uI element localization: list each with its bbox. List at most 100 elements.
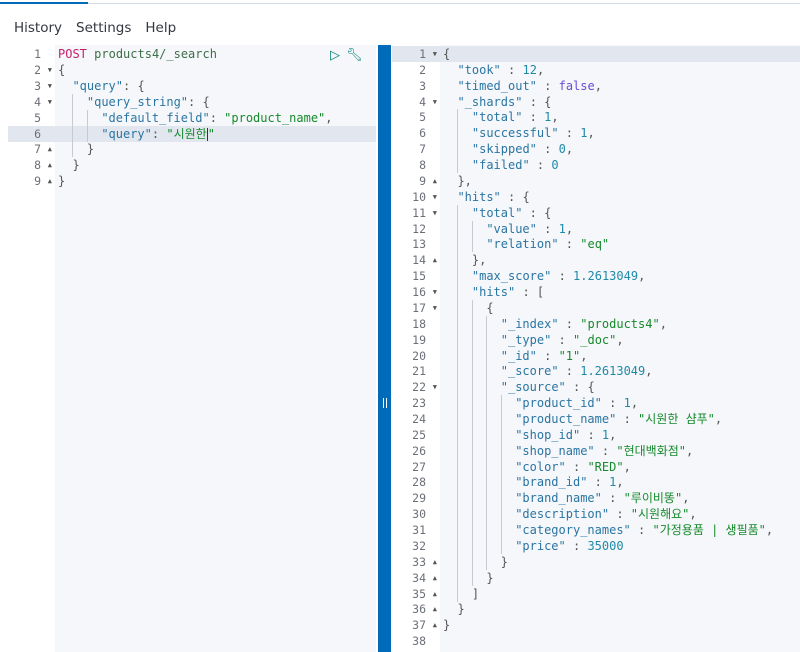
- code-token: :: [522, 110, 545, 125]
- request-actions: ▷ 🔧︎: [330, 48, 363, 63]
- code-token: ,: [565, 221, 574, 236]
- code-token: ,: [686, 443, 694, 458]
- settings-menu[interactable]: Settings: [76, 20, 131, 36]
- indent-guide: [443, 474, 457, 490]
- code-token: : {: [522, 94, 552, 109]
- indent-guide: [486, 411, 500, 427]
- response-viewer[interactable]: 1 ▼ 2 3 4 ▼ 5 6 7 8 9 ▲ 10 ▼ 11 ▼ 12 13 14 ▲ 15 16 ▼ 17 ▼ 18 19 20 2…: [392, 45, 800, 652]
- line-number: 9 ▲: [419, 173, 437, 189]
- code-token: ,: [580, 348, 588, 363]
- play-icon[interactable]: ▷: [330, 48, 340, 63]
- code-token: "price": [515, 538, 566, 553]
- fold-open-icon[interactable]: ▼: [48, 94, 52, 110]
- fold-open-icon[interactable]: ▼: [433, 46, 437, 62]
- code-token: "hits": [471, 285, 516, 300]
- indent-guide: [443, 173, 457, 189]
- line-number: 18: [412, 316, 426, 331]
- fold-close-icon[interactable]: ▲: [433, 252, 437, 268]
- code-token: "description": [515, 507, 610, 522]
- fold-open-icon[interactable]: ▼: [433, 379, 437, 395]
- code-token: :: [587, 475, 610, 490]
- code-line: "_source" : {: [440, 379, 800, 396]
- fold-close-icon[interactable]: ▲: [48, 157, 52, 173]
- line-number: 27: [412, 459, 426, 474]
- indent-guide: [443, 300, 457, 316]
- fold-close-icon[interactable]: ▲: [433, 586, 437, 602]
- indent-guide: [457, 299, 471, 316]
- code-token: "brand_name": [515, 491, 602, 506]
- indent-guide: [471, 220, 486, 237]
- fold-close-icon[interactable]: ▲: [48, 141, 52, 157]
- fold-open-icon[interactable]: ▼: [433, 284, 437, 300]
- indent-guide: [486, 553, 500, 570]
- indent-guide: [471, 395, 486, 412]
- indent-guide: [457, 331, 471, 348]
- code-token: ]: [471, 586, 480, 601]
- line-number: 8 ▲: [34, 157, 52, 173]
- code-token: :: [565, 538, 588, 553]
- code-token: ,: [551, 110, 559, 125]
- indent-guide: [443, 284, 457, 300]
- code-token: "시원한: [166, 126, 207, 141]
- code-token: : {: [123, 78, 145, 93]
- indent-guide: [471, 458, 486, 475]
- request-code[interactable]: POST products4/_search{"query": {"query_…: [55, 45, 376, 652]
- line-number: 32: [412, 538, 426, 553]
- indent-guide: [58, 157, 72, 173]
- fold-close-icon[interactable]: ▲: [433, 601, 437, 617]
- line-number: 20: [412, 348, 426, 363]
- fold-close-icon[interactable]: ▲: [48, 173, 52, 189]
- fold-close-icon[interactable]: ▲: [433, 570, 437, 586]
- indent-guide: [457, 395, 471, 412]
- indent-guide: [58, 141, 72, 157]
- indent-guide: [443, 189, 457, 205]
- wrench-icon[interactable]: 🔧︎: [346, 48, 363, 63]
- fold-close-icon[interactable]: ▲: [433, 554, 437, 570]
- indent-guide: [443, 141, 457, 157]
- indent-guide: [500, 522, 515, 539]
- indent-guide: [486, 490, 500, 507]
- code-token: "failed": [471, 158, 530, 173]
- line-number: 9 ▲: [34, 173, 52, 189]
- code-token: "relation": [486, 237, 559, 252]
- code-token: 1: [558, 221, 566, 236]
- line-number: 13: [412, 237, 426, 252]
- help-menu[interactable]: Help: [145, 20, 176, 36]
- indent-guide: [457, 522, 471, 539]
- history-menu[interactable]: History: [14, 20, 62, 36]
- code-line: "product_id" : 1,: [440, 395, 800, 412]
- indent-guide: [471, 442, 486, 459]
- fold-open-icon[interactable]: ▼: [48, 78, 52, 94]
- code-token: ,: [616, 475, 624, 490]
- code-token: "total": [471, 110, 523, 125]
- fold-close-icon[interactable]: ▲: [433, 617, 437, 633]
- code-line: "timed_out" : false,: [440, 78, 800, 94]
- pane-resizer[interactable]: [378, 45, 391, 652]
- resizer-grip-icon[interactable]: [383, 398, 387, 408]
- fold-open-icon[interactable]: ▼: [433, 205, 437, 221]
- line-number: 4 ▼: [34, 94, 52, 110]
- code-token: :: [536, 78, 559, 93]
- indent-guide: [471, 299, 486, 316]
- fold-open-icon[interactable]: ▼: [433, 94, 437, 110]
- indent-guide: [457, 411, 471, 427]
- indent-guide: [471, 379, 486, 396]
- active-tab-indicator: [0, 2, 88, 4]
- fold-open-icon[interactable]: ▼: [433, 300, 437, 316]
- indent-guide: [486, 315, 500, 332]
- indent-guide: [486, 458, 500, 475]
- fold-open-icon[interactable]: ▼: [433, 189, 437, 205]
- fold-open-icon[interactable]: ▼: [48, 62, 52, 78]
- line-number: 3 ▼: [34, 78, 52, 94]
- request-editor[interactable]: 1 2 ▼ 3 ▼ 4 ▼ 5 6 7 ▲ 8 ▲ 9 ▲ POST products4/_search{"…: [8, 45, 376, 652]
- code-token: },: [457, 173, 472, 188]
- code-token: "_shards": [457, 94, 523, 109]
- code-token: ,: [659, 316, 667, 331]
- line-number: 23: [412, 396, 426, 411]
- indent-guide: [457, 252, 471, 269]
- fold-close-icon[interactable]: ▲: [433, 173, 437, 189]
- indent-guide: [457, 490, 471, 507]
- code-token: :: [551, 332, 574, 347]
- code-token: :: [558, 237, 581, 252]
- code-token: ,: [682, 491, 690, 506]
